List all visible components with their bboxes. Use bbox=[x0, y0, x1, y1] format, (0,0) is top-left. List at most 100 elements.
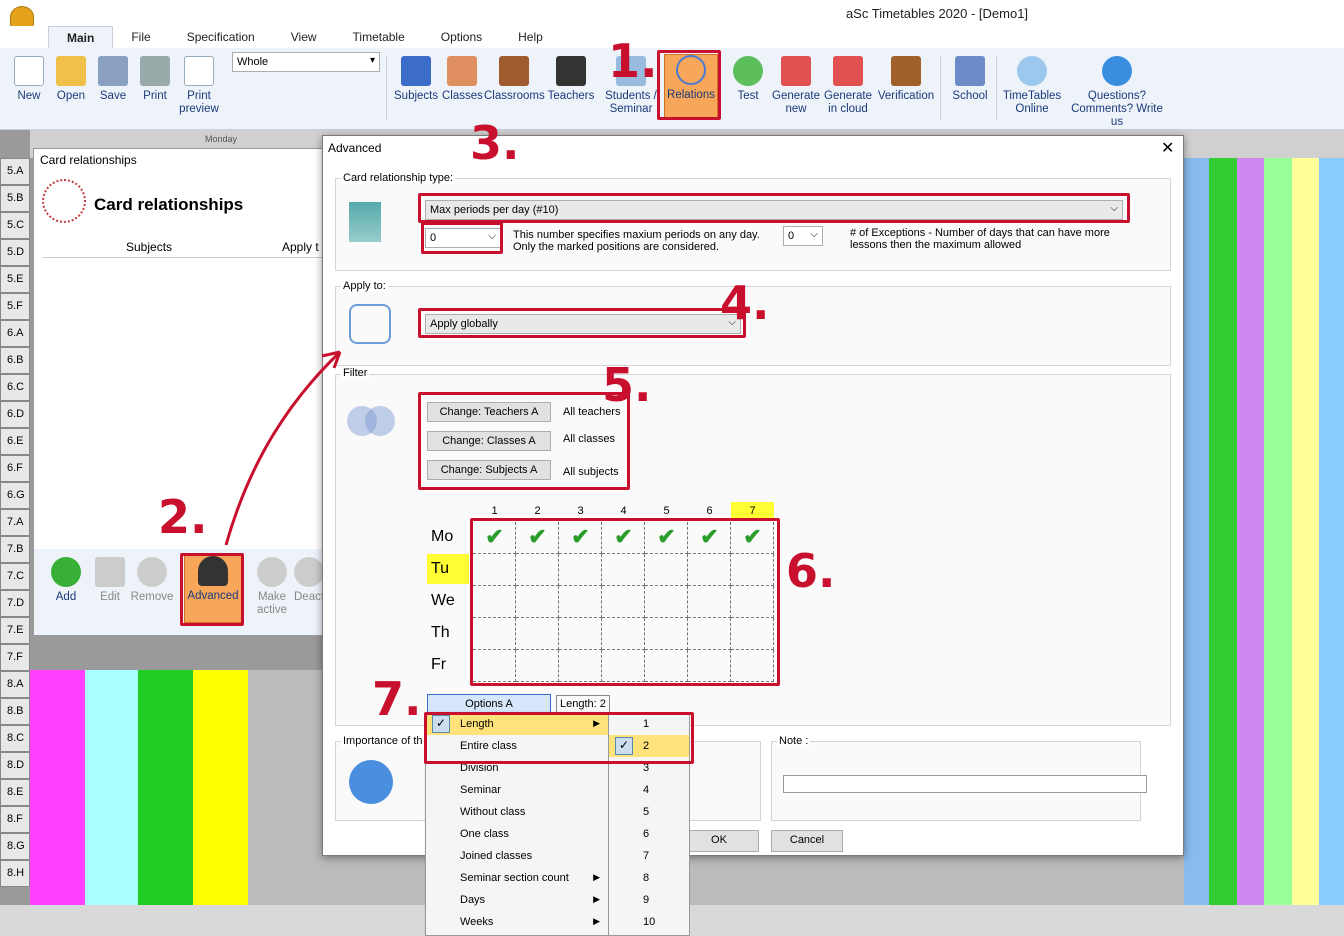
menu-file[interactable]: File bbox=[113, 26, 168, 48]
col-subjects[interactable]: Subjects bbox=[126, 240, 172, 254]
class-row-label[interactable]: 5.A bbox=[0, 158, 30, 185]
open-button[interactable]: Open bbox=[52, 56, 90, 103]
context-menu-item[interactable]: Weeks ▶ bbox=[426, 911, 608, 933]
class-row-label[interactable]: 6.A bbox=[0, 320, 30, 347]
day-label[interactable]: Mo bbox=[427, 522, 469, 552]
menu-specification[interactable]: Specification bbox=[169, 26, 273, 48]
class-row-label[interactable]: 5.D bbox=[0, 239, 30, 266]
edit-label: Edit bbox=[100, 591, 120, 603]
class-row-label[interactable]: 8.A bbox=[0, 671, 30, 698]
edit-button[interactable]: Edit bbox=[90, 557, 130, 604]
class-row-label[interactable]: 8.F bbox=[0, 806, 30, 833]
context-menu-item[interactable]: One class bbox=[426, 823, 608, 845]
context-menu-item[interactable]: Without class bbox=[426, 801, 608, 823]
day-label[interactable]: Tu bbox=[427, 554, 469, 584]
class-row-label[interactable]: 8.H bbox=[0, 860, 30, 887]
class-row-label[interactable]: 8.G bbox=[0, 833, 30, 860]
gavel-icon bbox=[891, 56, 921, 86]
context-menu-item[interactable]: Seminar section count ▶ bbox=[426, 867, 608, 889]
tt-online-button[interactable]: TimeTables Online bbox=[1002, 56, 1062, 116]
class-row-label[interactable]: 6.F bbox=[0, 455, 30, 482]
importance-label: Importance of th bbox=[341, 735, 425, 747]
class-row-label[interactable]: 8.C bbox=[0, 725, 30, 752]
class-row-label[interactable]: 5.E bbox=[0, 266, 30, 293]
menu-view[interactable]: View bbox=[273, 26, 335, 48]
highlight-period-grid bbox=[470, 518, 780, 686]
class-row-label[interactable]: 7.A bbox=[0, 509, 30, 536]
length-option[interactable]: 9 bbox=[609, 889, 689, 911]
length-option-label: 10 bbox=[643, 916, 656, 928]
print-preview-label: Print preview bbox=[179, 90, 219, 115]
chevron-down-icon: ▾ bbox=[369, 55, 375, 66]
class-row-label[interactable]: 7.B bbox=[0, 536, 30, 563]
menu-help[interactable]: Help bbox=[500, 26, 561, 48]
annotation-step: 4. bbox=[720, 276, 770, 330]
class-row-label[interactable]: 8.D bbox=[0, 752, 30, 779]
menu-main[interactable]: Main bbox=[48, 26, 114, 48]
exceptions-select[interactable]: 0 ⌵ bbox=[783, 226, 823, 246]
print-preview-button[interactable]: Print preview bbox=[176, 56, 222, 116]
ok-button[interactable]: OK bbox=[679, 830, 759, 852]
col-apply[interactable]: Apply t bbox=[282, 240, 319, 254]
subjects-button[interactable]: Subjects bbox=[394, 56, 438, 103]
length-option[interactable]: 8 bbox=[609, 867, 689, 889]
view-select[interactable]: Whole ▾ bbox=[232, 52, 380, 72]
day-label[interactable]: We bbox=[427, 586, 469, 616]
class-row-label[interactable]: 8.E bbox=[0, 779, 30, 806]
cancel-button[interactable]: Cancel bbox=[771, 830, 843, 852]
save-button[interactable]: Save bbox=[96, 56, 130, 103]
class-row-label[interactable]: 5.B bbox=[0, 185, 30, 212]
test-button[interactable]: Test bbox=[730, 56, 766, 103]
questions-button[interactable]: Questions? Comments? Write us bbox=[1064, 56, 1170, 129]
day-label[interactable]: Fr bbox=[427, 650, 469, 680]
menu-options[interactable]: Options bbox=[423, 26, 500, 48]
class-row-label[interactable]: 8.B bbox=[0, 698, 30, 725]
class-row-label[interactable]: 6.D bbox=[0, 401, 30, 428]
class-row-label[interactable]: 5.C bbox=[0, 212, 30, 239]
school-button[interactable]: School bbox=[948, 56, 992, 103]
generate-new-button[interactable]: Generate new bbox=[772, 56, 820, 116]
class-row-label[interactable]: 7.C bbox=[0, 563, 30, 590]
classrooms-button[interactable]: Classrooms bbox=[484, 56, 545, 103]
length-option[interactable]: 4 bbox=[609, 779, 689, 801]
play-icon[interactable] bbox=[349, 760, 393, 804]
new-button[interactable]: New bbox=[12, 56, 46, 103]
print-button[interactable]: Print bbox=[138, 56, 172, 103]
window-title: aSc Timetables 2020 - [Demo1] bbox=[845, 6, 1029, 21]
generate-cloud-button[interactable]: Generate in cloud bbox=[824, 56, 872, 116]
context-menu-item[interactable]: Joined classes bbox=[426, 845, 608, 867]
teachers-button[interactable]: Teachers bbox=[546, 56, 596, 103]
remove-button[interactable]: Remove bbox=[130, 557, 174, 604]
context-menu-label: Seminar section count bbox=[460, 872, 569, 884]
printer-icon bbox=[140, 56, 170, 86]
open-label: Open bbox=[56, 90, 86, 102]
deactivate-button[interactable]: Deact bbox=[294, 557, 324, 604]
length-option[interactable]: 7 bbox=[609, 845, 689, 867]
day-label[interactable]: Th bbox=[427, 618, 469, 648]
class-row-label[interactable]: 6.C bbox=[0, 374, 30, 401]
verification-button[interactable]: Verification bbox=[876, 56, 936, 103]
classes-button[interactable]: Classes bbox=[442, 56, 483, 103]
length-option[interactable]: 5 bbox=[609, 801, 689, 823]
context-menu-item[interactable]: Days ▶ bbox=[426, 889, 608, 911]
generate-new-label: Generate new bbox=[772, 90, 820, 115]
options-button[interactable]: Options A bbox=[427, 694, 551, 714]
class-row-label[interactable]: 6.B bbox=[0, 347, 30, 374]
class-row-label[interactable]: 6.G bbox=[0, 482, 30, 509]
length-option[interactable]: 10 bbox=[609, 911, 689, 933]
relations-network-icon bbox=[42, 179, 86, 223]
class-row-label[interactable]: 6.E bbox=[0, 428, 30, 455]
class-row-label[interactable]: 5.F bbox=[0, 293, 30, 320]
context-menu-item[interactable]: Seminar bbox=[426, 779, 608, 801]
close-icon[interactable]: ✕ bbox=[1161, 138, 1174, 158]
class-row-label[interactable]: 7.D bbox=[0, 590, 30, 617]
note-input[interactable] bbox=[783, 775, 1147, 793]
timetable-cards-right[interactable] bbox=[1184, 158, 1344, 905]
menu-timetable[interactable]: Timetable bbox=[335, 26, 423, 48]
classes-label: Classes bbox=[442, 90, 483, 102]
length-option[interactable]: 6 bbox=[609, 823, 689, 845]
class-row-label[interactable]: 7.E bbox=[0, 617, 30, 644]
add-button[interactable]: Add bbox=[44, 557, 88, 604]
make-active-button[interactable]: Make active bbox=[252, 557, 292, 617]
class-row-label[interactable]: 7.F bbox=[0, 644, 30, 671]
